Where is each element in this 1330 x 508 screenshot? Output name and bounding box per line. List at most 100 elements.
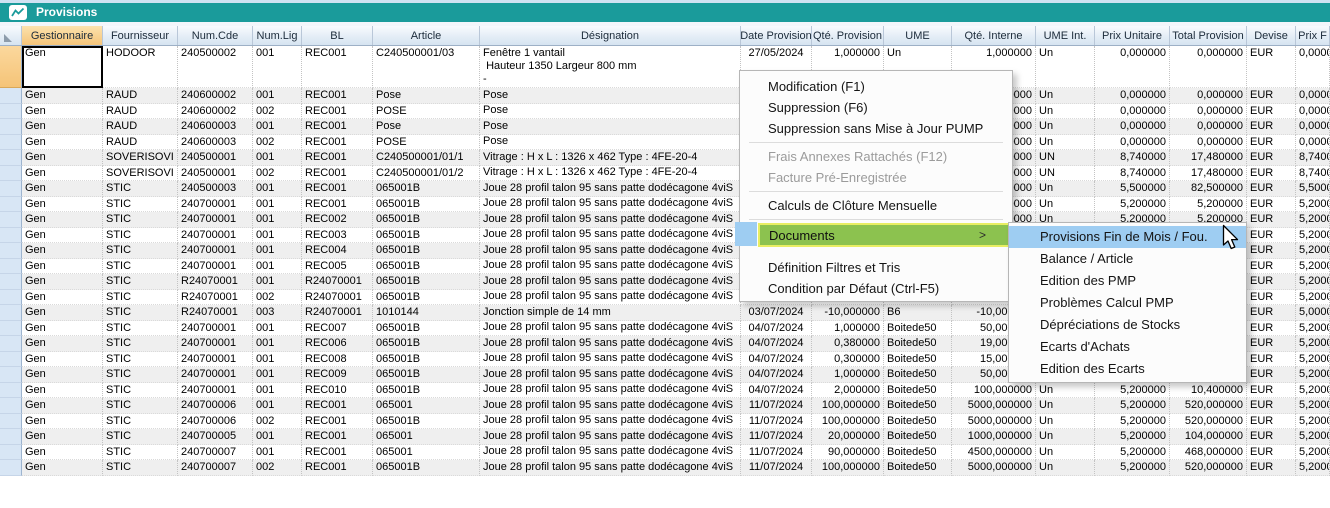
grid-cell[interactable]: 001 (253, 383, 302, 399)
grid-cell[interactable]: EUR (1247, 460, 1296, 476)
grid-cell[interactable]: Pose (480, 135, 741, 151)
grid-cell[interactable]: 2,000000 (812, 383, 884, 399)
grid-cell[interactable]: 20,000000 (812, 429, 884, 445)
grid-cell[interactable]: Gen (22, 352, 103, 368)
grid-cell[interactable]: STIC (103, 383, 178, 399)
column-header-qt-interne[interactable]: Qté. Interne (952, 26, 1036, 45)
grid-cell[interactable]: STIC (103, 445, 178, 461)
grid-cell[interactable]: 11/07/2024 (741, 429, 812, 445)
grid-cell[interactable]: Un (1036, 88, 1095, 104)
grid-cell[interactable]: 104,000000 (1170, 429, 1247, 445)
grid-cell[interactable]: 11/07/2024 (741, 398, 812, 414)
grid-cell[interactable]: 240700007 (178, 445, 253, 461)
grid-cell[interactable]: 240600002 (178, 88, 253, 104)
grid-cell[interactable]: Joue 28 profil talon 95 sans patte dodéc… (480, 398, 741, 414)
grid-cell[interactable]: 5,200000 (1296, 212, 1330, 228)
grid-cell[interactable]: R24070001 (302, 274, 373, 290)
grid-cell[interactable]: 5,200000 (1095, 383, 1170, 399)
grid-cell[interactable]: Un (1036, 398, 1095, 414)
grid-cell[interactable]: 5,200000 (1095, 398, 1170, 414)
grid-cell[interactable]: Joue 28 profil talon 95 sans patte dodéc… (480, 352, 741, 368)
grid-cell[interactable]: POSE (373, 135, 480, 151)
grid-cell[interactable]: Joue 28 profil talon 95 sans patte dodéc… (480, 429, 741, 445)
grid-cell[interactable]: 001 (253, 336, 302, 352)
grid-cell[interactable]: REC001 (302, 104, 373, 120)
grid-cell[interactable]: Gen (22, 212, 103, 228)
grid-cell[interactable]: 0,000000 (1296, 104, 1330, 120)
grid-cell[interactable]: C240500001/01/1 (373, 150, 480, 166)
grid-cell[interactable]: 520,000000 (1170, 414, 1247, 430)
grid-cell[interactable]: Fenêtre 1 vantail Hauteur 1350 Largeur 8… (480, 46, 741, 88)
grid-cell[interactable]: R24070001 (302, 290, 373, 306)
grid-cell[interactable]: Un (1036, 445, 1095, 461)
grid-cell[interactable]: REC001 (302, 88, 373, 104)
grid-cell[interactable]: 5,200000 (1296, 336, 1330, 352)
grid-cell[interactable]: REC010 (302, 383, 373, 399)
row-selector[interactable] (0, 166, 22, 182)
grid-cell[interactable]: REC002 (302, 212, 373, 228)
grid-cell[interactable]: Gen (22, 259, 103, 275)
grid-cell[interactable]: STIC (103, 398, 178, 414)
grid-cell[interactable]: STIC (103, 197, 178, 213)
row-selector[interactable] (0, 228, 22, 244)
grid-cell[interactable]: 5,500000 (1095, 181, 1170, 197)
grid-cell[interactable]: Boitede50 (884, 429, 952, 445)
grid-cell[interactable]: Gen (22, 135, 103, 151)
grid-cell[interactable]: 002 (253, 104, 302, 120)
grid-cell[interactable]: EUR (1247, 259, 1296, 275)
grid-cell[interactable]: C240500001/01/2 (373, 166, 480, 182)
grid-cell[interactable]: 8,740000 (1296, 150, 1330, 166)
grid-cell[interactable]: EUR (1247, 274, 1296, 290)
grid-cell[interactable]: 11/07/2024 (741, 460, 812, 476)
grid-cell[interactable]: UN (1036, 166, 1095, 182)
grid-cell[interactable]: REC005 (302, 259, 373, 275)
grid-cell[interactable]: EUR (1247, 212, 1296, 228)
grid-cell[interactable]: 10,400000 (1170, 383, 1247, 399)
grid-cell[interactable]: 065001B (373, 212, 480, 228)
grid-cell[interactable]: 0,000000 (1170, 88, 1247, 104)
grid-cell[interactable]: 5,200000 (1296, 352, 1330, 368)
grid-cell[interactable]: Joue 28 profil talon 95 sans patte dodéc… (480, 212, 741, 228)
grid-cell[interactable]: REC007 (302, 321, 373, 337)
grid-cell[interactable]: 065001B (373, 460, 480, 476)
grid-cell[interactable]: Boitede50 (884, 398, 952, 414)
grid-cell[interactable]: 1000,000000 (952, 429, 1036, 445)
grid-cell[interactable]: 5,200000 (1296, 445, 1330, 461)
grid-cell[interactable]: 065001B (373, 228, 480, 244)
grid-cell[interactable]: 0,000000 (1170, 119, 1247, 135)
grid-cell[interactable]: 04/07/2024 (741, 336, 812, 352)
grid-cell[interactable]: 0,000000 (1095, 46, 1170, 88)
grid-cell[interactable]: 04/07/2024 (741, 367, 812, 383)
grid-cell[interactable]: R24070001 (302, 305, 373, 321)
grid-cell[interactable]: 5,200000 (1296, 414, 1330, 430)
grid-cell[interactable]: 5,200000 (1296, 398, 1330, 414)
grid-cell[interactable]: 002 (253, 290, 302, 306)
grid-cell[interactable]: Gen (22, 429, 103, 445)
grid-cell[interactable]: 17,480000 (1170, 166, 1247, 182)
grid-cell[interactable]: 100,000000 (812, 398, 884, 414)
grid-cell[interactable]: EUR (1247, 290, 1296, 306)
grid-cell[interactable]: Pose (373, 88, 480, 104)
row-selector[interactable] (0, 212, 22, 228)
grid-cell[interactable]: Un (1036, 197, 1095, 213)
grid-cell[interactable]: SOVERISOVI (103, 166, 178, 182)
grid-cell[interactable]: RAUD (103, 119, 178, 135)
grid-cell[interactable]: 100,000000 (952, 383, 1036, 399)
row-selector[interactable] (0, 274, 22, 290)
grid-cell[interactable]: 001 (253, 321, 302, 337)
grid-cell[interactable]: R24070001 (178, 274, 253, 290)
grid-cell[interactable]: Gen (22, 46, 103, 88)
grid-cell[interactable]: Boitede50 (884, 460, 952, 476)
menu-item-documents[interactable]: Documents> (758, 223, 1010, 247)
grid-cell[interactable]: 5000,000000 (952, 460, 1036, 476)
grid-cell[interactable]: 001 (253, 243, 302, 259)
row-selector[interactable] (0, 46, 22, 88)
grid-cell[interactable]: EUR (1247, 367, 1296, 383)
grid-cell[interactable]: 240600003 (178, 135, 253, 151)
grid-cell[interactable]: Gen (22, 88, 103, 104)
grid-cell[interactable]: Un (1036, 46, 1095, 88)
grid-cell[interactable]: 17,480000 (1170, 150, 1247, 166)
grid-cell[interactable]: R24070001 (178, 305, 253, 321)
grid-cell[interactable]: RAUD (103, 88, 178, 104)
grid-cell[interactable]: Joue 28 profil talon 95 sans patte dodéc… (480, 460, 741, 476)
